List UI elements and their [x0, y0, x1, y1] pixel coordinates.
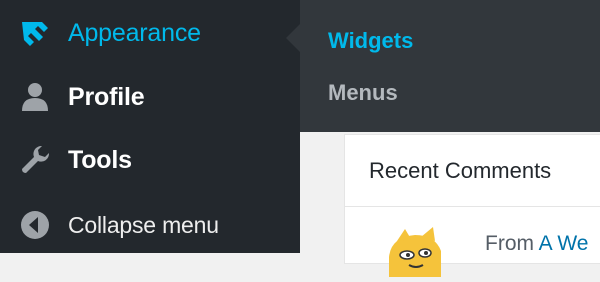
admin-sidebar: Appearance Profile Tools Collapse menu	[0, 0, 300, 253]
collapse-menu-button[interactable]: Collapse menu	[0, 194, 300, 256]
sidebar-item-appearance[interactable]: Appearance	[0, 2, 300, 64]
wrench-icon	[18, 143, 52, 177]
collapse-arrow-icon	[18, 208, 52, 242]
sidebar-item-profile[interactable]: Profile	[0, 66, 300, 128]
recent-comments-widget: Recent Comments From A We	[344, 134, 600, 277]
submenu-pointer	[286, 24, 300, 52]
appearance-submenu: Widgets Menus	[286, 0, 600, 132]
sidebar-item-label: Appearance	[68, 18, 201, 47]
widget-header[interactable]: Recent Comments	[345, 135, 600, 207]
commenter-avatar	[381, 227, 451, 277]
paintbrush-icon	[18, 16, 52, 50]
sidebar-item-label: Profile	[68, 82, 145, 111]
sidebar-item-label: Tools	[68, 145, 132, 174]
submenu-item-menus[interactable]: Menus	[328, 80, 398, 106]
submenu-item-widgets[interactable]: Widgets	[328, 28, 413, 54]
comment-author-link[interactable]: A We	[539, 232, 589, 255]
collapse-menu-label: Collapse menu	[68, 211, 219, 238]
widget-title: Recent Comments	[369, 158, 552, 183]
sidebar-item-tools[interactable]: Tools	[0, 129, 300, 191]
comment-summary: From A We	[485, 232, 588, 256]
comment-prefix: From	[485, 232, 539, 255]
user-icon	[18, 80, 52, 114]
